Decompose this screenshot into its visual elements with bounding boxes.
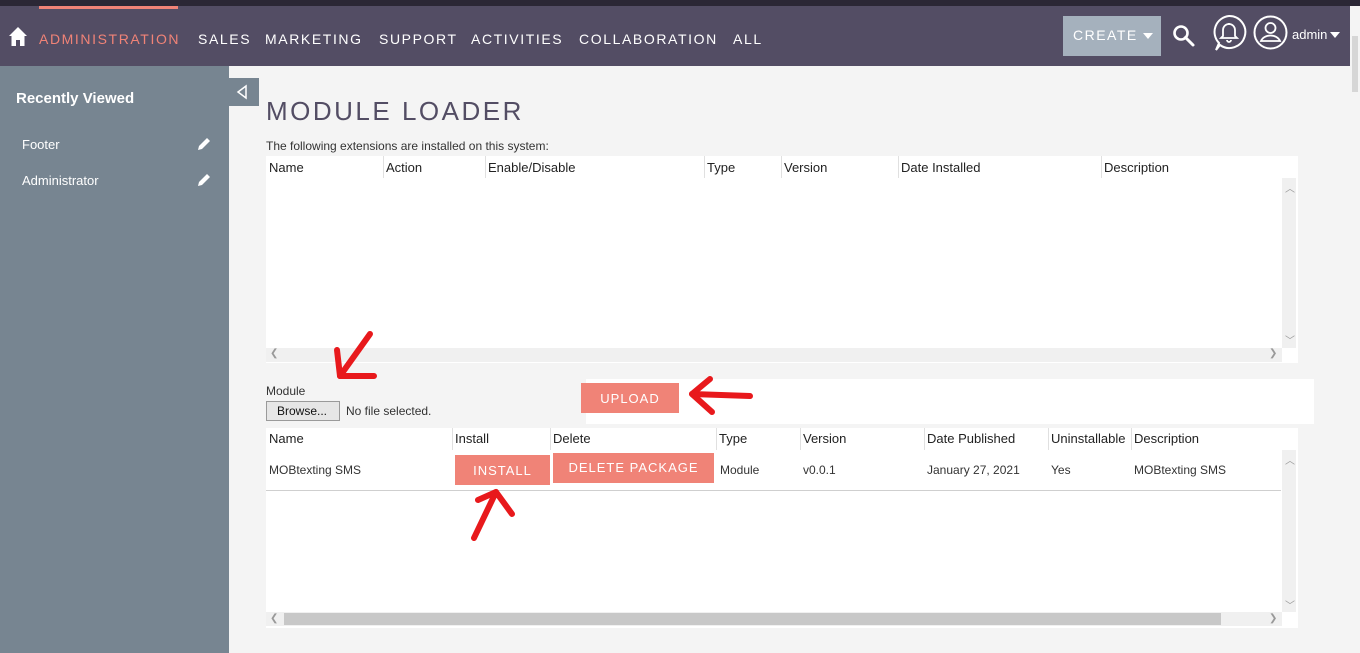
collapse-sidebar-icon[interactable] <box>229 78 259 106</box>
notification-bell-icon[interactable] <box>1211 14 1247 52</box>
column-divider <box>781 156 782 178</box>
scroll-up-icon[interactable]: ︿ <box>1285 180 1295 195</box>
package-uninstallable: Yes <box>1051 463 1071 477</box>
pencil-icon[interactable] <box>197 137 211 151</box>
scroll-right-icon[interactable]: ❯ <box>1269 348 1277 359</box>
column-header-type: Type <box>707 160 736 175</box>
column-divider <box>383 156 384 178</box>
packages-vertical-scrollbar[interactable] <box>1282 450 1296 612</box>
package-date-published: January 27, 2021 <box>927 463 1020 477</box>
package-type: Module <box>720 463 760 477</box>
column-header-type: Type <box>719 431 748 446</box>
row-divider <box>266 490 1281 491</box>
pencil-icon[interactable] <box>197 173 211 187</box>
installed-intro-text: The following extensions are installed o… <box>266 139 549 153</box>
nav-administration[interactable]: ADMINISTRATION <box>39 31 180 47</box>
page-title: MODULE LOADER <box>266 96 524 126</box>
column-divider <box>924 428 925 450</box>
chevron-down-icon <box>1143 33 1153 39</box>
column-header-date-published: Date Published <box>927 431 1016 446</box>
active-tab-indicator <box>39 6 178 9</box>
search-icon[interactable] <box>1172 24 1196 48</box>
column-divider <box>716 428 717 450</box>
create-button-label: CREATE <box>1073 27 1138 43</box>
nav-activities[interactable]: ACTIVITIES <box>471 31 563 47</box>
chevron-down-icon[interactable] <box>1330 32 1340 38</box>
upload-button[interactable]: UPLOAD <box>581 383 679 413</box>
page-scrollbar-thumb[interactable] <box>1352 36 1358 92</box>
create-button[interactable]: CREATE <box>1063 16 1161 56</box>
column-header-version: Version <box>803 431 847 446</box>
installed-extensions-table <box>266 156 1298 363</box>
column-header-delete: Delete <box>553 431 591 446</box>
user-menu-label[interactable]: admin <box>1292 27 1327 42</box>
file-status-text: No file selected. <box>346 404 432 418</box>
package-name: MOBtexting SMS <box>269 463 362 477</box>
column-divider <box>1131 428 1132 450</box>
module-label: Module <box>266 384 306 398</box>
page-scrollbar[interactable] <box>1350 6 1360 653</box>
nav-sales[interactable]: SALES <box>198 31 251 47</box>
sidebar-item-footer[interactable]: Footer <box>22 137 60 152</box>
top-strip <box>0 0 1360 6</box>
nav-marketing[interactable]: MARKETING <box>265 31 363 47</box>
column-divider <box>485 156 486 178</box>
sidebar-title: Recently Viewed <box>16 90 135 107</box>
sidebar: Recently Viewed Footer Administrator <box>0 66 229 653</box>
column-divider <box>704 156 705 178</box>
column-header-date-installed: Date Installed <box>901 160 981 175</box>
scroll-left-icon[interactable]: ❮ <box>270 613 278 624</box>
column-divider <box>550 428 551 450</box>
column-header-action: Action <box>386 160 423 175</box>
column-header-enable-disable: Enable/Disable <box>488 160 576 175</box>
nav-all[interactable]: ALL <box>733 31 763 47</box>
column-divider <box>452 428 453 450</box>
package-version: v0.0.1 <box>803 463 836 477</box>
packages-table <box>266 428 1298 628</box>
scroll-down-icon[interactable]: ﹀ <box>1285 597 1295 612</box>
scroll-right-icon[interactable]: ❯ <box>1269 613 1277 624</box>
home-icon[interactable] <box>8 26 28 48</box>
column-divider <box>1048 428 1049 450</box>
scroll-up-icon[interactable]: ︿ <box>1285 452 1295 467</box>
scroll-down-icon[interactable]: ﹀ <box>1285 332 1295 347</box>
column-divider <box>898 156 899 178</box>
user-avatar-icon[interactable] <box>1253 15 1288 50</box>
sidebar-item-administrator[interactable]: Administrator <box>22 173 99 188</box>
nav-collaboration[interactable]: COLLABORATION <box>579 31 718 47</box>
installed-vertical-scrollbar[interactable] <box>1282 178 1296 348</box>
column-header-name: Name <box>269 431 304 446</box>
nav-support[interactable]: SUPPORT <box>379 31 458 47</box>
column-header-uninstallable: Uninstallable <box>1051 431 1126 446</box>
column-header-description: Description <box>1104 160 1170 175</box>
scroll-left-icon[interactable]: ❮ <box>270 348 278 359</box>
installed-horizontal-scrollbar[interactable] <box>266 348 1282 362</box>
install-button[interactable]: INSTALL <box>455 455 550 485</box>
column-header-version: Version <box>784 160 828 175</box>
delete-package-button[interactable]: DELETE PACKAGE <box>553 453 714 483</box>
column-divider <box>1101 156 1102 178</box>
browse-button[interactable]: Browse... <box>266 401 340 421</box>
packages-horizontal-scrollbar-thumb[interactable] <box>284 613 1221 625</box>
column-header-description: Description <box>1134 431 1200 446</box>
column-header-install: Install <box>455 431 489 446</box>
column-divider <box>800 428 801 450</box>
column-header-name: Name <box>269 160 304 175</box>
package-description: MOBtexting SMS <box>1134 463 1227 477</box>
